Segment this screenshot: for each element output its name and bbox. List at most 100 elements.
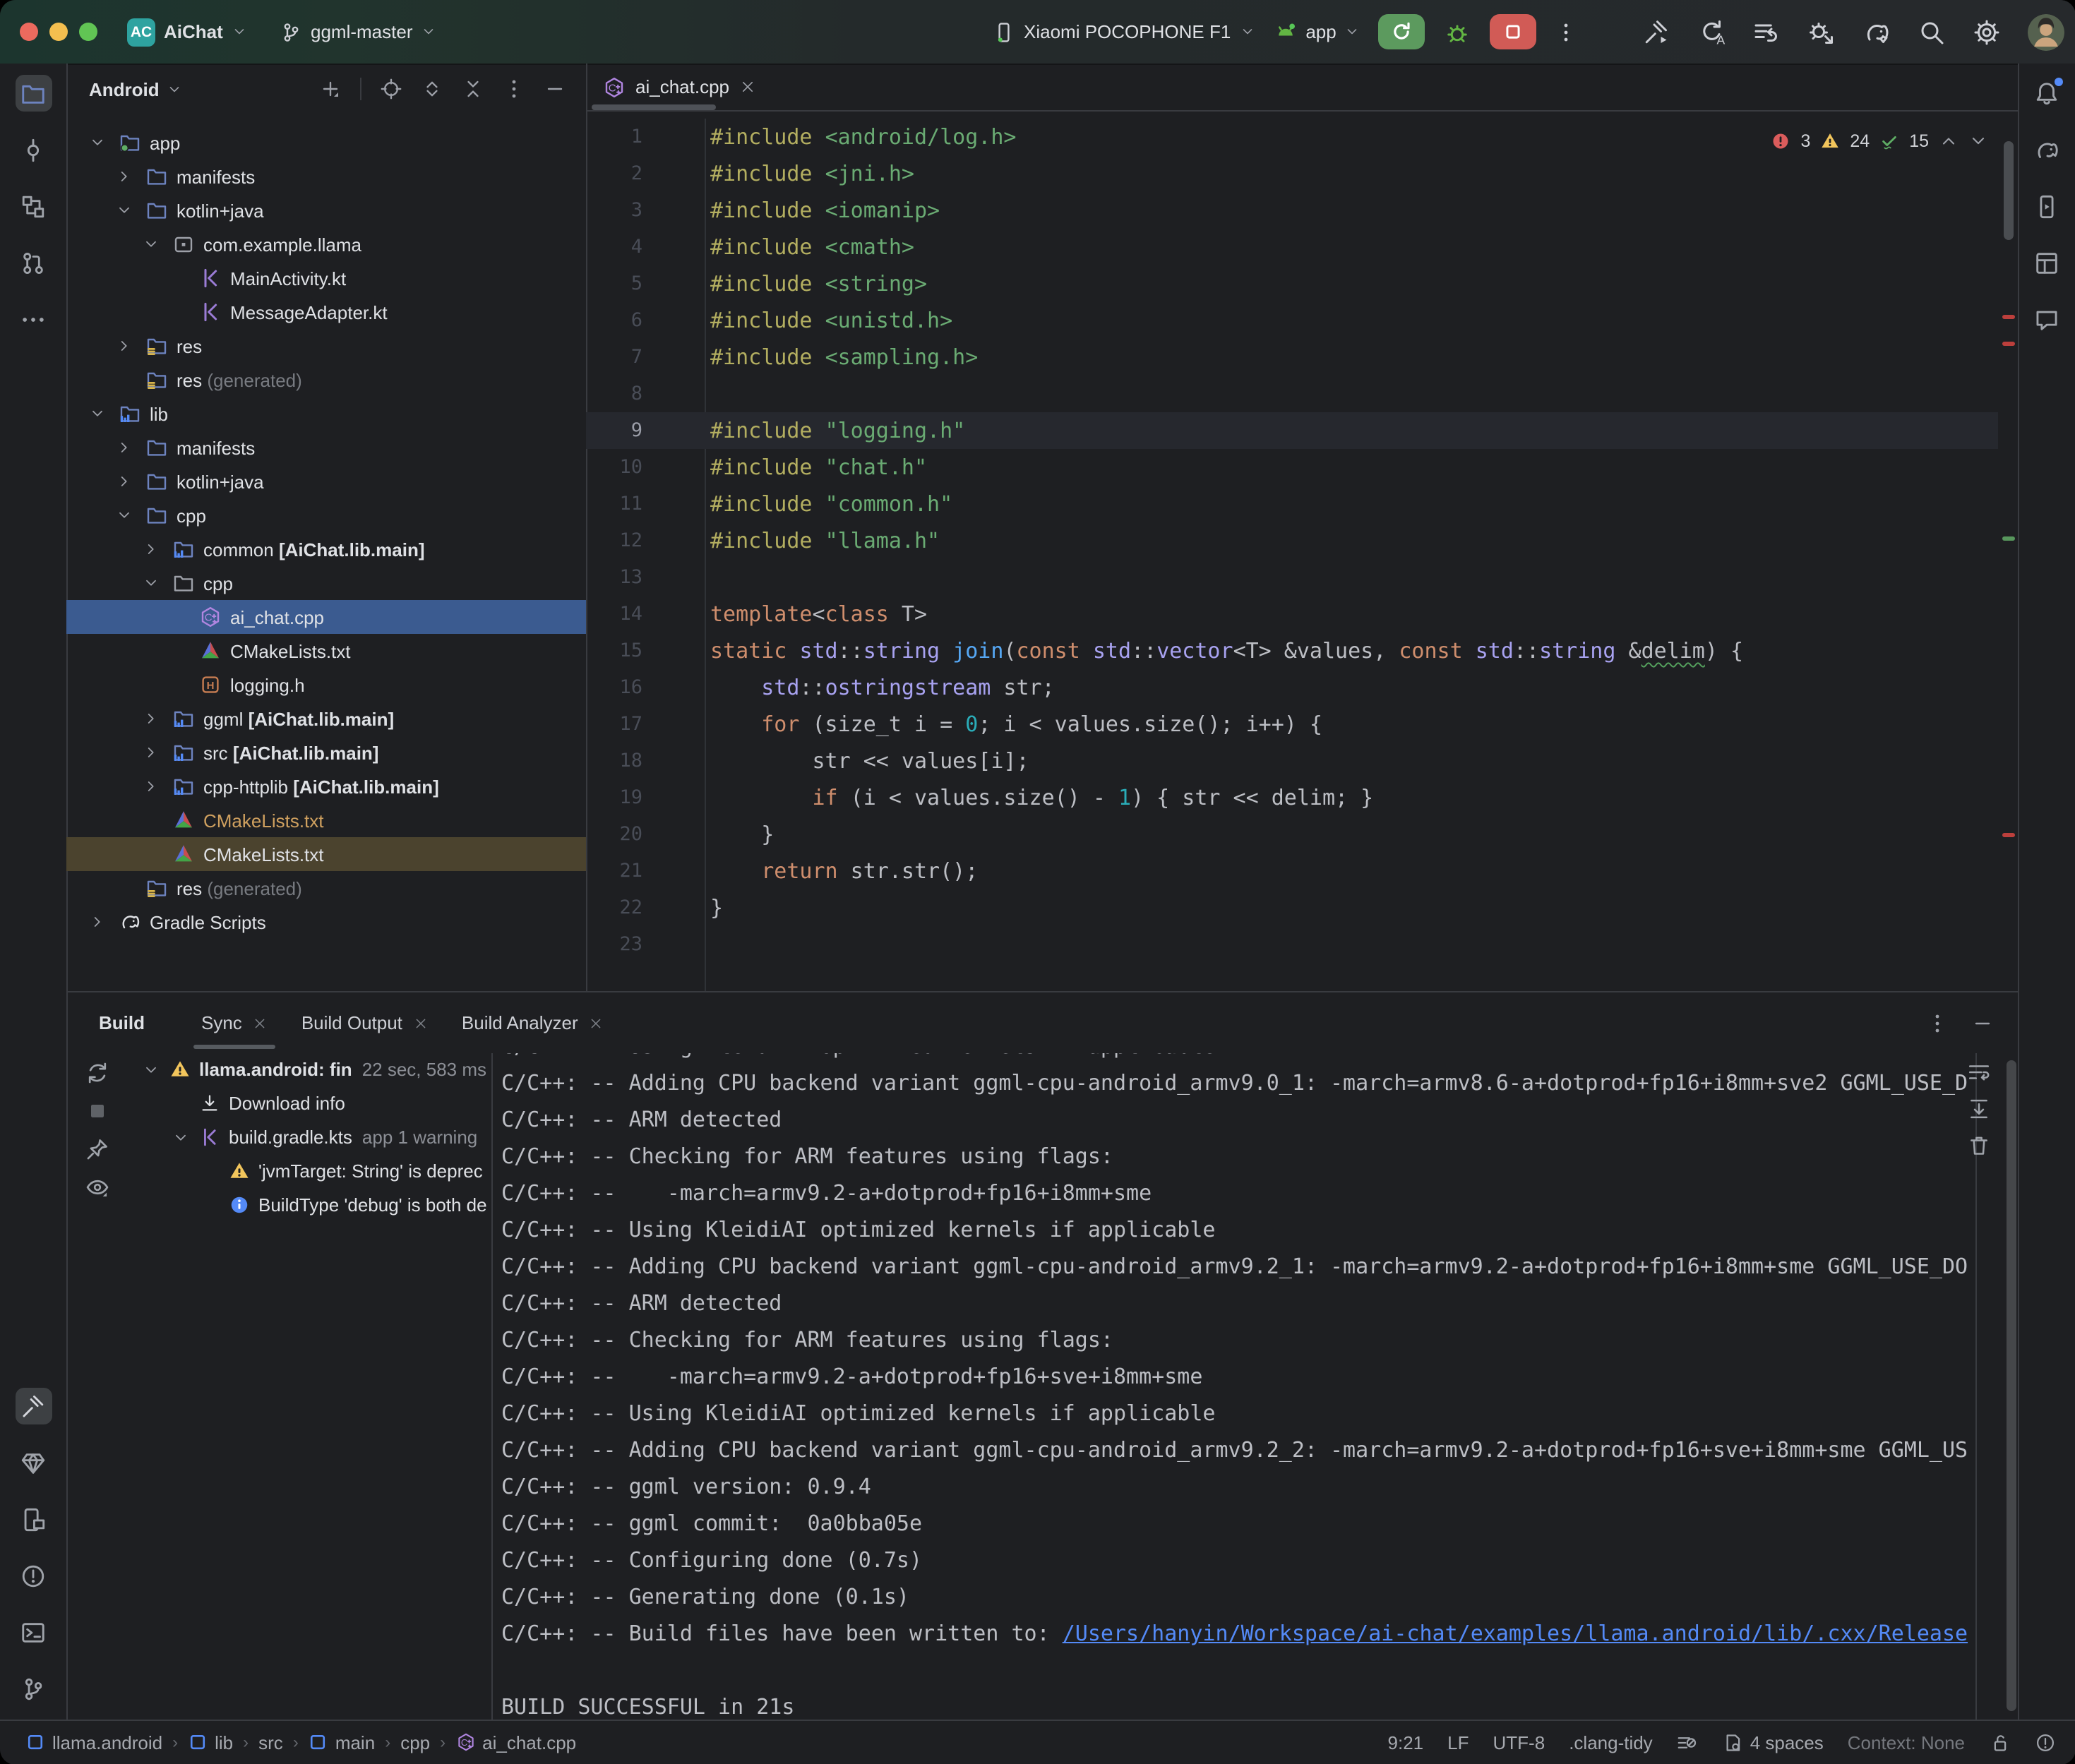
breadcrumb-cpp[interactable]: cpp [400, 1732, 430, 1753]
error-stripe-mark[interactable] [2002, 833, 2015, 837]
layout-inspector-icon[interactable] [2029, 244, 2066, 281]
gradle-tool-icon[interactable] [2029, 131, 2066, 168]
prev-problem-icon[interactable] [1939, 131, 1959, 151]
chevron-right-icon[interactable] [143, 710, 160, 727]
project-tool-icon[interactable] [15, 75, 52, 112]
tree-item-messageadapter-kt[interactable]: MessageAdapter.kt [66, 295, 586, 329]
error-stripe-mark[interactable] [2002, 342, 2015, 346]
tree-item-cmakelists-txt[interactable]: CMakeLists.txt [66, 837, 586, 871]
ok-stripe-mark[interactable] [2002, 536, 2015, 541]
build-tab-build-output[interactable]: Build Output [285, 992, 445, 1053]
inspections-widget-icon[interactable] [2034, 1732, 2055, 1753]
hide-build-panel-button[interactable] [1971, 1012, 1994, 1034]
select-opened-file-button[interactable] [380, 78, 402, 100]
add-button[interactable] [319, 78, 342, 100]
formatter-icon[interactable] [1677, 1732, 1698, 1753]
project-widget[interactable]: AC AiChat [127, 0, 247, 64]
hide-panel-button[interactable] [544, 78, 566, 100]
tree-item-ggml[interactable]: ggml [AiChat.lib.main] [66, 702, 586, 736]
chevron-right-icon[interactable] [116, 168, 133, 185]
version-control-tool-icon[interactable] [15, 1670, 52, 1707]
build-options-icon[interactable] [1926, 1012, 1949, 1034]
caret-position[interactable]: 9:21 [1388, 1732, 1424, 1753]
apply-changes-icon[interactable]: A [1697, 18, 1725, 46]
search-icon[interactable] [1917, 18, 1945, 46]
tree-item-common[interactable]: common [AiChat.lib.main] [66, 532, 586, 566]
pin-icon[interactable] [85, 1136, 110, 1162]
run-configuration-selector[interactable]: app [1273, 20, 1360, 44]
clear-console-button[interactable] [1966, 1134, 1990, 1158]
code-line-10[interactable]: 10#include "chat.h" [586, 448, 1998, 485]
code-line-7[interactable]: 7#include <sampling.h> [586, 338, 1998, 375]
stop-sync-button[interactable] [85, 1098, 110, 1124]
chevron-down-icon[interactable] [143, 575, 160, 592]
stop-button[interactable] [1490, 14, 1537, 49]
debug-button[interactable] [1444, 18, 1472, 46]
code-line-3[interactable]: 3#include <iomanip> [586, 191, 1998, 228]
terminal-tool-icon[interactable] [15, 1614, 52, 1650]
code-area[interactable]: 1#include <android/log.h>2#include <jni.… [586, 118, 1998, 991]
inspections-widget[interactable]: 3 24 15 [1771, 126, 1988, 157]
breadcrumb-main[interactable]: main [309, 1732, 375, 1753]
code-line-21[interactable]: 21 return str.str(); [586, 852, 1998, 889]
tree-item-com-example-llama[interactable]: com.example.llama [66, 227, 586, 261]
breadcrumb-ai-chat-cpp[interactable]: Cai_chat.cpp [455, 1732, 576, 1753]
expand-all-button[interactable] [421, 78, 443, 100]
clang-tidy[interactable]: .clang-tidy [1569, 1732, 1653, 1753]
running-devices-icon[interactable] [2029, 188, 2066, 224]
close-tab-icon[interactable] [253, 1016, 268, 1030]
chevron-right-icon[interactable] [143, 744, 160, 761]
next-problem-icon[interactable] [1968, 131, 1988, 151]
chevron-down-icon[interactable] [143, 236, 160, 253]
sync-tree-item[interactable]: BuildType 'debug' is both de [123, 1189, 491, 1223]
gradle-sync-icon[interactable] [1862, 18, 1890, 46]
chevron-down-icon[interactable] [89, 405, 106, 422]
code-line-4[interactable]: 4#include <cmath> [586, 228, 1998, 265]
code-line-6[interactable]: 6#include <unistd.h> [586, 301, 1998, 338]
code-line-11[interactable]: 11#include "common.h" [586, 485, 1998, 522]
error-stripe-mark[interactable] [2002, 315, 2015, 319]
context[interactable]: Context: None [1848, 1732, 1965, 1753]
code-line-5[interactable]: 5#include <string> [586, 265, 1998, 301]
tree-item-app[interactable]: app [66, 126, 586, 160]
close-tab-icon[interactable] [414, 1016, 428, 1030]
build-tab-build-analyzer[interactable]: Build Analyzer [445, 992, 621, 1053]
close-window-button[interactable] [20, 23, 38, 41]
chevron-right-icon[interactable] [89, 913, 106, 930]
code-line-17[interactable]: 17 for (size_t i = 0; i < values.size();… [586, 705, 1998, 742]
editor-tab[interactable]: C ai_chat.cpp [597, 64, 760, 110]
build-hammer-icon[interactable] [1642, 18, 1670, 46]
file-encoding[interactable]: UTF-8 [1493, 1732, 1545, 1753]
tree-item-cpp-httplib[interactable]: cpp-httplib [AiChat.lib.main] [66, 769, 586, 803]
tree-item-manifests[interactable]: manifests [66, 160, 586, 193]
problems-tool-icon[interactable] [15, 1557, 52, 1594]
chevron-down-icon[interactable] [89, 134, 106, 151]
device-selector[interactable]: Xiaomi POCOPHONE F1 [993, 20, 1255, 43]
tree-item-res[interactable]: res [66, 329, 586, 363]
close-tab-icon[interactable] [739, 79, 755, 95]
tree-item-manifests[interactable]: manifests [66, 431, 586, 464]
code-line-13[interactable]: 13 [586, 558, 1998, 595]
sync-tree-item[interactable]: 'jvmTarget: String' is deprec [123, 1155, 491, 1189]
tree-item-cmakelists-txt[interactable]: CMakeLists.txt [66, 634, 586, 668]
chevron-down-icon[interactable] [172, 1129, 189, 1146]
project-view-selector[interactable]: Android [89, 78, 182, 100]
branch-widget[interactable]: ggml-master [280, 0, 437, 64]
soft-wrap-button[interactable] [1966, 1060, 1990, 1084]
line-separator[interactable]: LF [1447, 1732, 1469, 1753]
lock-icon[interactable] [1989, 1732, 2010, 1753]
tree-item-gradle-scripts[interactable]: Gradle Scripts [66, 905, 586, 939]
code-line-16[interactable]: 16 std::ostringstream str; [586, 668, 1998, 705]
breadcrumb-llama-android[interactable]: llama.android [25, 1732, 162, 1753]
tree-item-src[interactable]: src [AiChat.lib.main] [66, 736, 586, 769]
zoom-window-button[interactable] [79, 23, 97, 41]
close-tab-icon[interactable] [590, 1016, 604, 1030]
chevron-right-icon[interactable] [116, 337, 133, 354]
sync-refresh-button[interactable] [85, 1060, 110, 1086]
code-line-22[interactable]: 22} [586, 889, 1998, 925]
tree-item-cmakelists-txt[interactable]: CMakeLists.txt [66, 803, 586, 837]
tree-item-cpp[interactable]: cpp [66, 498, 586, 532]
code-line-12[interactable]: 12#include "llama.h" [586, 522, 1998, 558]
chevron-right-icon[interactable] [143, 541, 160, 558]
build-tab-sync[interactable]: Sync [184, 992, 285, 1053]
